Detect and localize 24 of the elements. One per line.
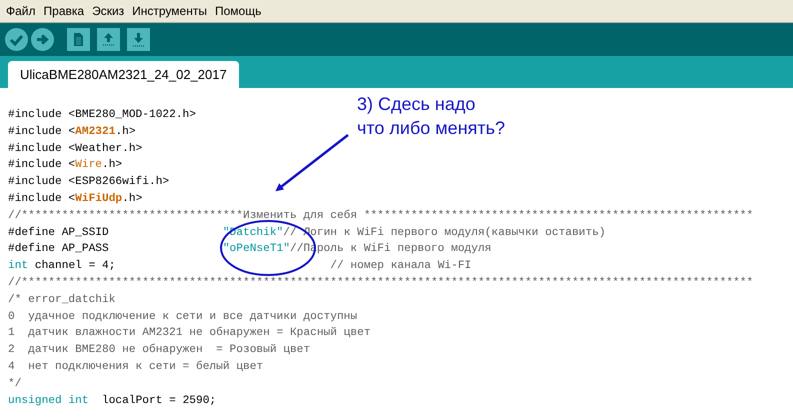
menu-item[interactable]: Правка	[42, 4, 90, 18]
code-line: 4 нет подключения к сети = белый цвет	[8, 360, 264, 375]
code-line: #include <WiFiUdp.h>	[8, 192, 142, 207]
file-tab[interactable]: UlicaBME280AM2321_24_02_2017	[8, 61, 239, 88]
code-line: //*************************************************************************************************************	[8, 276, 754, 291]
menu-item[interactable]: Инструменты	[130, 4, 213, 18]
menu-item[interactable]: Эскиз	[90, 4, 130, 18]
code-line: #include <Wire.h>	[8, 158, 122, 174]
menu-item[interactable]: Помощь	[212, 4, 268, 18]
checkmark-icon[interactable]	[5, 28, 28, 51]
code-line: #include <ESP8266wifi.h>	[8, 174, 170, 190]
code-line: int channel = 4; // номер канала Wi-FI	[8, 258, 472, 274]
code-line: 0 удачное подключение к сети и все датчики доступны	[8, 310, 358, 325]
code-line: unsigned int localPort = 2590;	[8, 394, 216, 409]
code-line: //*********************************Изменить для себя **********************************************************	[8, 208, 754, 224]
code-line: #include <AM2321.h>	[8, 124, 136, 140]
code-line: 2 датчик BME280 не обнаружен = Розовый цвет	[8, 342, 310, 358]
code-line: #include <BME280_MOD-1022.h>	[8, 108, 196, 123]
document-icon[interactable]	[67, 28, 90, 51]
code-line: 1 датчик влажности AM2321 не обнаружен = Красный цвет	[8, 326, 371, 342]
code-line: /* error_datchik	[8, 292, 116, 308]
menu-item[interactable]: Файл	[4, 4, 42, 18]
code-line: #include <Weather.h>	[8, 142, 142, 157]
code-line: */	[8, 376, 22, 392]
